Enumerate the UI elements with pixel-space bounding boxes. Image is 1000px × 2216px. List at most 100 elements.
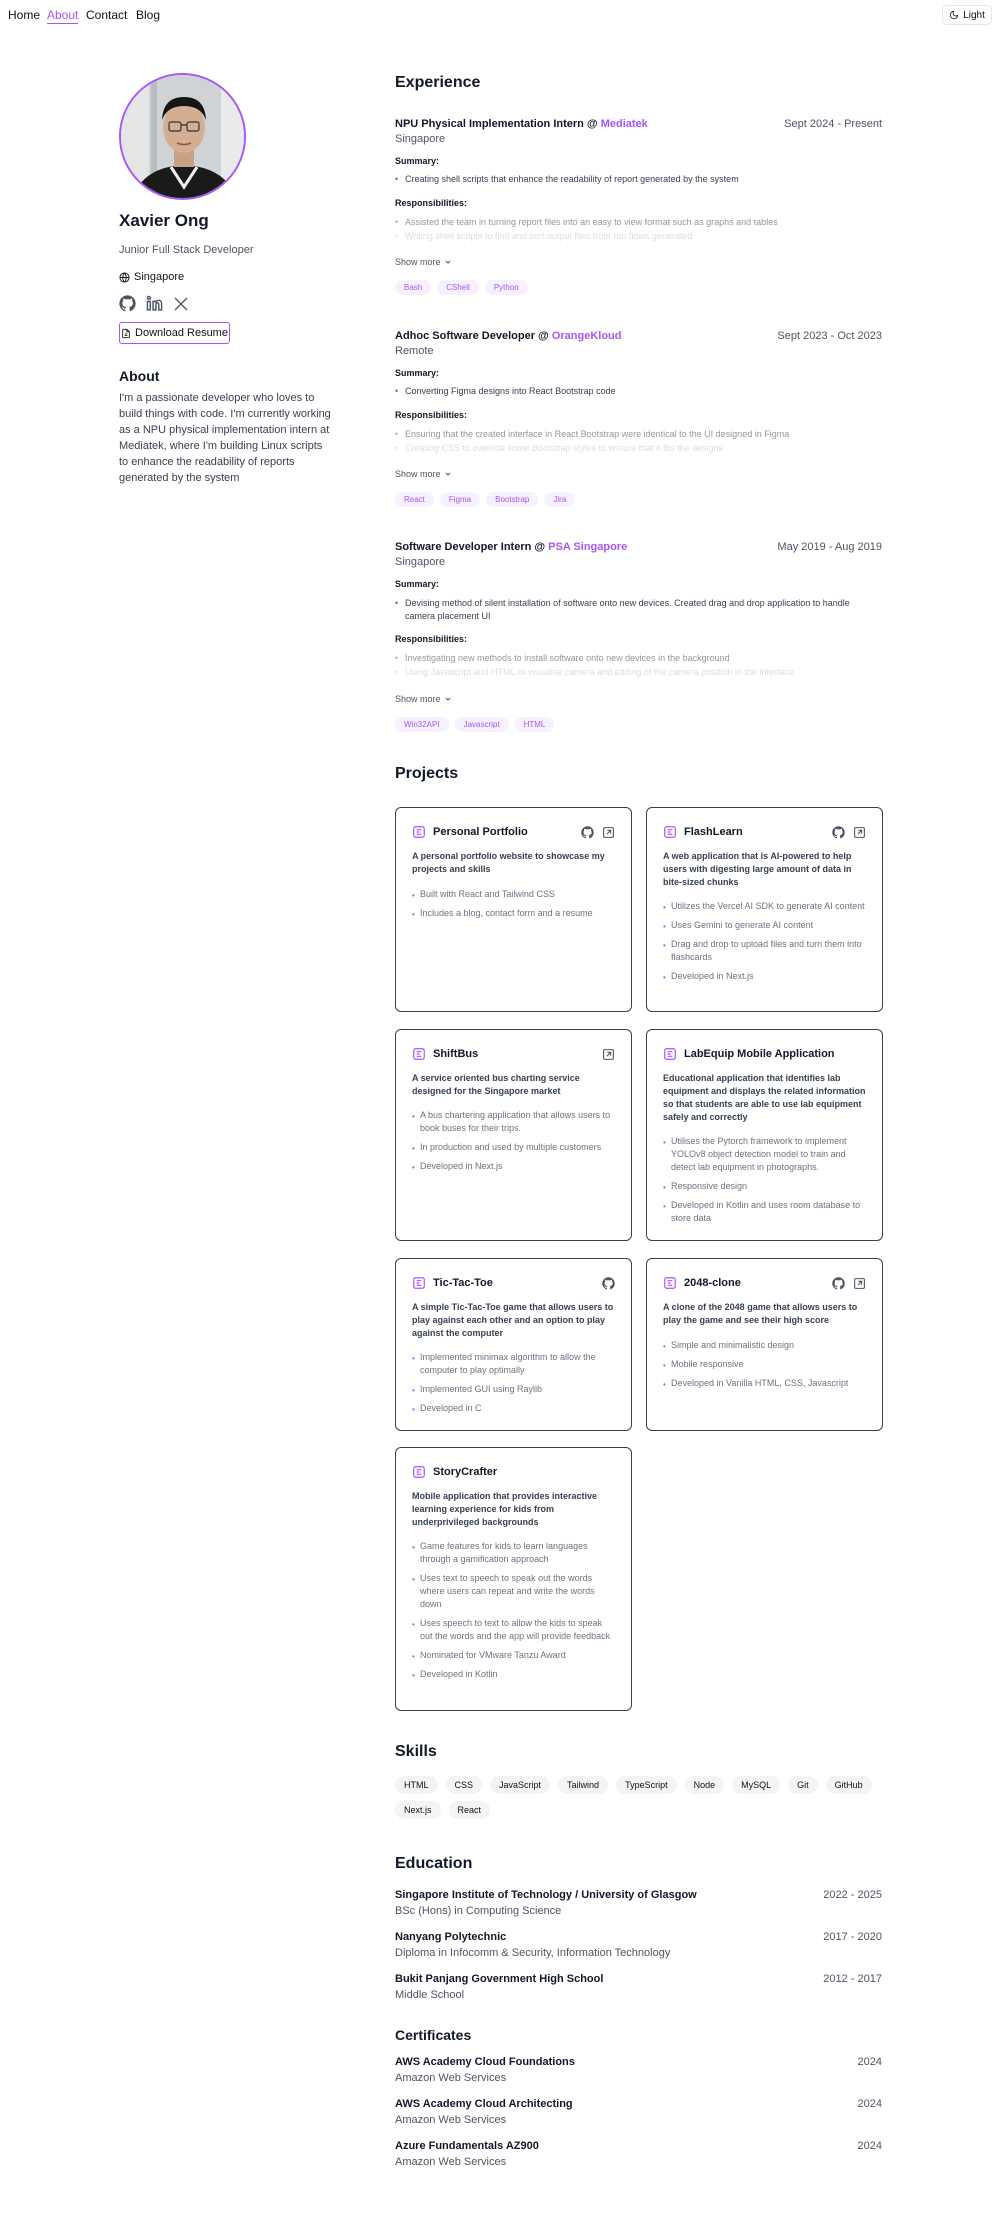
summary-label: Summary: bbox=[395, 579, 440, 589]
certificate-name: AWS Academy Cloud Foundations bbox=[395, 2056, 575, 2068]
chevron-down-icon bbox=[445, 260, 450, 264]
project-description: A simple Tic-Tac-Toe game that allows us… bbox=[412, 1302, 614, 1338]
tech-tag: HTML bbox=[514, 717, 555, 732]
list-item: Nominated for VMware Tanzu Award bbox=[412, 1649, 617, 1663]
course-name: Diploma in Infocomm & Security, Informat… bbox=[395, 1947, 671, 1959]
profile-location-text: Singapore bbox=[134, 271, 185, 283]
list-item: Drag and drop to upload files and turn t… bbox=[663, 938, 868, 964]
experience-title: Adhoc Software Developer @ OrangeKloud bbox=[395, 330, 622, 342]
experience-date: Sept 2024 - Present bbox=[784, 118, 882, 130]
project-bullets: Implemented minimax algorithm to allow t… bbox=[412, 1351, 617, 1421]
project-title: ShiftBus bbox=[433, 1048, 479, 1060]
list-item: Implemented minimax algorithm to allow t… bbox=[412, 1351, 617, 1377]
chevron-down-icon bbox=[445, 697, 450, 701]
project-icon bbox=[664, 1277, 676, 1289]
project-card: LabEquip Mobile Application Educational … bbox=[646, 1029, 883, 1241]
nav-blog-link[interactable]: Blog bbox=[136, 8, 160, 22]
external-link-icon[interactable] bbox=[853, 1277, 866, 1290]
project-icon bbox=[413, 826, 425, 838]
project-description: A web application that is AI-powered to … bbox=[663, 851, 852, 887]
tech-tags: Bash CShell Python bbox=[395, 280, 528, 295]
list-item: Developed in Kotlin bbox=[412, 1668, 617, 1682]
download-resume-button[interactable]: Download Resume bbox=[119, 322, 230, 344]
project-title: LabEquip Mobile Application bbox=[684, 1048, 835, 1060]
project-card: StoryCrafter Mobile application that pro… bbox=[395, 1447, 632, 1711]
tech-tag: Bash bbox=[395, 280, 432, 295]
linkedin-icon[interactable] bbox=[146, 295, 163, 312]
project-title: StoryCrafter bbox=[433, 1466, 498, 1478]
responsibilities-label: Responsibilities: bbox=[395, 198, 468, 208]
project-bullets: Utilises the Pytorch framework to implem… bbox=[663, 1135, 868, 1231]
about-text: I'm a passionate developer who loves to … bbox=[119, 392, 331, 484]
certificate-item: AWS Academy Cloud Foundations 2024 Amazo… bbox=[395, 2056, 882, 2088]
list-item: Game features for kids to learn language… bbox=[412, 1540, 617, 1566]
project-title: Personal Portfolio bbox=[433, 826, 528, 838]
certificates-heading: Certificates bbox=[395, 2027, 472, 2043]
project-icon bbox=[664, 826, 676, 838]
project-icon bbox=[413, 1277, 425, 1289]
responsibilities-label: Responsibilities: bbox=[395, 634, 468, 644]
chevron-down-icon bbox=[445, 472, 450, 476]
github-icon[interactable] bbox=[832, 825, 845, 839]
x-twitter-icon[interactable] bbox=[173, 296, 189, 312]
tech-tag: Figma bbox=[439, 492, 481, 507]
certificate-issuer: Amazon Web Services bbox=[395, 2156, 507, 2168]
skill-chip: HTML bbox=[395, 1776, 438, 1794]
show-more-button[interactable]: Show more bbox=[395, 469, 452, 479]
theme-toggle-button[interactable]: Light bbox=[942, 5, 992, 25]
company-link[interactable]: PSA Singapore bbox=[548, 541, 627, 553]
github-icon[interactable] bbox=[119, 295, 136, 312]
company-link[interactable]: Mediatek bbox=[601, 118, 648, 130]
project-card: 2048-clone A clone of the 2048 game that… bbox=[646, 1258, 883, 1431]
skills-list: HTML CSS JavaScript Tailwind TypeScript … bbox=[395, 1776, 882, 1819]
experience-title: Software Developer Intern @ PSA Singapor… bbox=[395, 541, 628, 553]
github-icon[interactable] bbox=[581, 825, 594, 839]
experience-title: NPU Physical Implementation Intern @ Med… bbox=[395, 118, 648, 130]
nav-about-link[interactable]: About bbox=[47, 8, 79, 24]
tech-tag: CShell bbox=[437, 280, 479, 295]
project-card: Tic-Tac-Toe A simple Tic-Tac-Toe game th… bbox=[395, 1258, 632, 1431]
external-link-icon[interactable] bbox=[602, 826, 615, 839]
list-item: Developed in C bbox=[412, 1402, 617, 1416]
show-more-button[interactable]: Show more bbox=[395, 694, 452, 704]
project-title: Tic-Tac-Toe bbox=[433, 1277, 493, 1289]
school-name: Singapore Institute of Technology / Univ… bbox=[395, 1889, 697, 1901]
list-item: Developed in Next.js bbox=[663, 970, 868, 984]
project-description: A service oriented bus charting service … bbox=[412, 1073, 580, 1096]
skill-chip: MySQL bbox=[732, 1776, 781, 1794]
about-heading: About bbox=[119, 368, 160, 384]
skill-chip: GitHub bbox=[825, 1776, 872, 1794]
list-item: Implemented GUI using Raylib bbox=[412, 1383, 617, 1397]
project-icon bbox=[413, 1048, 425, 1060]
tech-tag: Bootstrap bbox=[486, 492, 539, 507]
experience-item: Adhoc Software Developer @ OrangeKloud S… bbox=[395, 330, 882, 510]
list-item: A bus chartering application that allows… bbox=[412, 1109, 617, 1135]
theme-label: Light bbox=[963, 9, 985, 21]
skill-chip: Tailwind bbox=[558, 1776, 609, 1794]
certificate-year: 2024 bbox=[857, 2140, 882, 2152]
show-more-button[interactable]: Show more bbox=[395, 257, 452, 267]
responsibility-item: Ensuring that the created interface in R… bbox=[395, 428, 875, 441]
list-item: Mobile responsive bbox=[663, 1358, 868, 1372]
project-description: Mobile application that provides interac… bbox=[412, 1491, 598, 1527]
list-item: Includes a blog, contact form and a resu… bbox=[412, 907, 617, 921]
experience-location: Singapore bbox=[395, 133, 446, 145]
summary-label: Summary: bbox=[395, 156, 440, 166]
project-bullets: Utilizes the Vercel AI SDK to generate A… bbox=[663, 900, 868, 989]
summary-item: Creating shell scripts that enhance the … bbox=[395, 173, 875, 186]
list-item: In production and used by multiple custo… bbox=[412, 1141, 617, 1155]
education-years: 2017 - 2020 bbox=[823, 1931, 882, 1943]
nav-contact-link[interactable]: Contact bbox=[86, 8, 127, 22]
external-link-icon[interactable] bbox=[602, 1048, 615, 1061]
project-bullets: Simple and minimalistic design Mobile re… bbox=[663, 1339, 868, 1396]
project-title: FlashLearn bbox=[684, 826, 743, 838]
certificate-name: Azure Fundamentals AZ900 bbox=[395, 2140, 539, 2152]
github-icon[interactable] bbox=[602, 1276, 615, 1290]
school-name: Bukit Panjang Government High School bbox=[395, 1973, 604, 1985]
company-link[interactable]: OrangeKloud bbox=[552, 330, 622, 342]
external-link-icon[interactable] bbox=[853, 826, 866, 839]
nav-home-link[interactable]: Home bbox=[8, 8, 40, 22]
responsibilities-label: Responsibilities: bbox=[395, 410, 468, 420]
github-icon[interactable] bbox=[832, 1276, 845, 1290]
experience-location: Remote bbox=[395, 345, 434, 357]
